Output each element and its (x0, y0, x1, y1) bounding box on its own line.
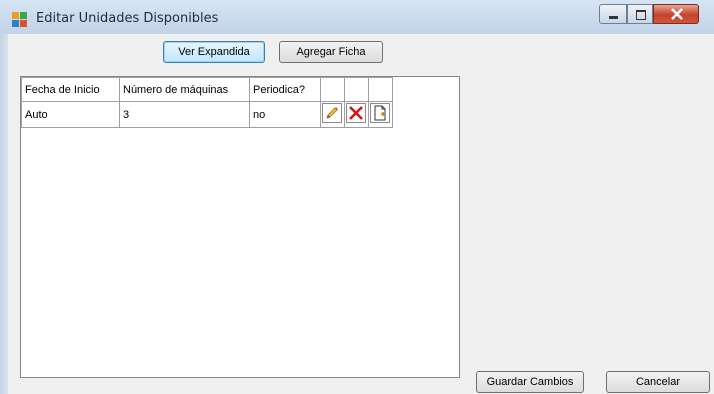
cancelar-button[interactable]: Cancelar (606, 371, 710, 393)
table-row[interactable]: Auto 3 no (21, 101, 393, 128)
column-header-edit (320, 77, 345, 102)
title-bar[interactable]: Editar Unidades Disponibles (0, 0, 714, 35)
cell-maquinas[interactable]: 3 (119, 101, 250, 128)
close-icon (671, 8, 683, 20)
ver-expandida-button[interactable]: Ver Expandida (163, 41, 265, 63)
units-table: Fecha de Inicio Número de máquinas Perio… (21, 77, 393, 128)
minimize-button[interactable] (599, 4, 627, 24)
close-button[interactable] (653, 4, 699, 24)
pencil-icon (326, 107, 338, 119)
red-x-icon (349, 106, 363, 120)
window-title: Editar Unidades Disponibles (36, 11, 219, 26)
agregar-ficha-button[interactable]: Agregar Ficha (279, 41, 383, 63)
edit-row-button[interactable] (322, 103, 342, 123)
new-row-button[interactable] (370, 103, 390, 123)
maximize-icon (636, 10, 646, 20)
app-grid-icon (12, 12, 28, 28)
column-header-fecha[interactable]: Fecha de Inicio (21, 77, 120, 102)
column-header-delete (344, 77, 369, 102)
units-grid: Fecha de Inicio Número de máquinas Perio… (20, 76, 460, 378)
cell-fecha[interactable]: Auto (21, 101, 120, 128)
cell-periodica[interactable]: no (249, 101, 321, 128)
delete-row-button[interactable] (346, 103, 366, 123)
column-header-new (368, 77, 393, 102)
cell-edit (320, 101, 345, 128)
window-frame-left (0, 34, 8, 394)
app-window: Editar Unidades Disponibles Ver Expandid… (0, 0, 714, 394)
guardar-cambios-button[interactable]: Guardar Cambios (476, 371, 584, 393)
table-header-row: Fecha de Inicio Número de máquinas Perio… (21, 77, 393, 102)
cell-delete (344, 101, 369, 128)
cell-new (368, 101, 393, 128)
column-header-maquinas[interactable]: Número de máquinas (119, 77, 250, 102)
column-header-periodica[interactable]: Periodica? (249, 77, 321, 102)
minimize-icon (609, 16, 618, 19)
new-document-icon (374, 105, 386, 121)
maximize-button[interactable] (627, 4, 653, 24)
